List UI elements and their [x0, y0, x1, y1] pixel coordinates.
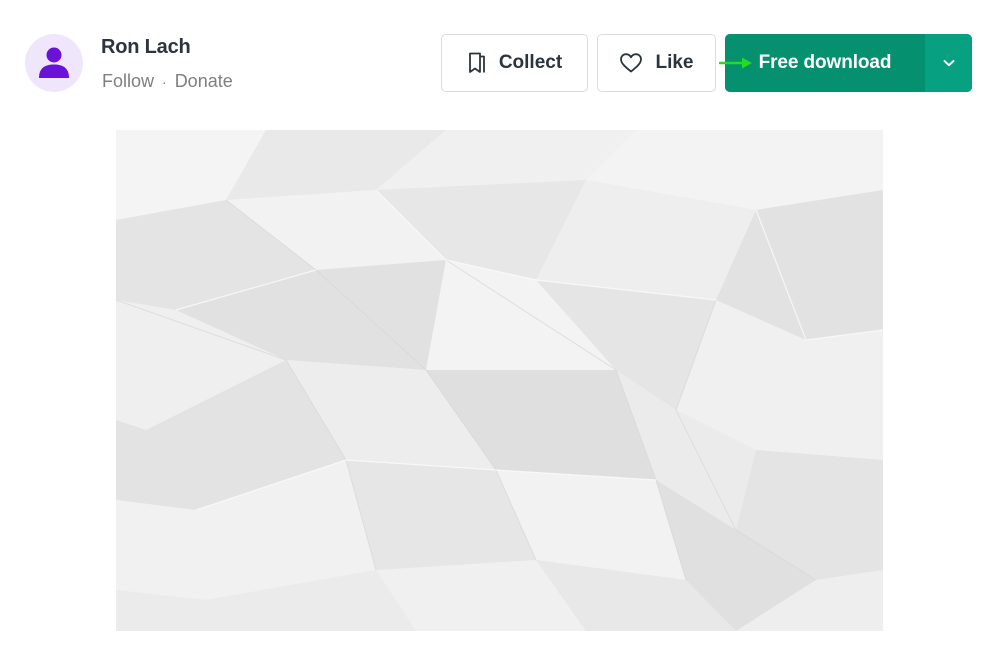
follow-link[interactable]: Follow: [102, 71, 154, 92]
bookmark-icon: [468, 52, 485, 73]
download-button-group: Free download: [725, 34, 972, 92]
like-button[interactable]: Like: [597, 34, 716, 92]
author-avatar[interactable]: [25, 34, 83, 92]
free-download-label: Free download: [758, 52, 892, 73]
author-links: Follow · Donate: [102, 71, 233, 92]
chevron-down-icon: [943, 60, 954, 67]
separator-dot: ·: [162, 73, 167, 90]
photo-preview[interactable]: [116, 130, 883, 631]
heart-icon: [620, 53, 643, 73]
arrow-right-icon: [719, 57, 752, 69]
collect-label: Collect: [498, 52, 563, 73]
crumpled-paper-image: [116, 130, 883, 631]
author-name[interactable]: Ron Lach: [101, 36, 191, 59]
free-download-button[interactable]: Free download: [725, 34, 925, 92]
like-label: Like: [655, 52, 694, 73]
download-options-dropdown[interactable]: [925, 34, 972, 92]
photo-page: Ron Lach Follow · Donate Collect Like Fr…: [0, 0, 1000, 658]
collect-button[interactable]: Collect: [441, 34, 588, 92]
user-icon: [39, 47, 69, 78]
donate-link[interactable]: Donate: [175, 71, 233, 92]
